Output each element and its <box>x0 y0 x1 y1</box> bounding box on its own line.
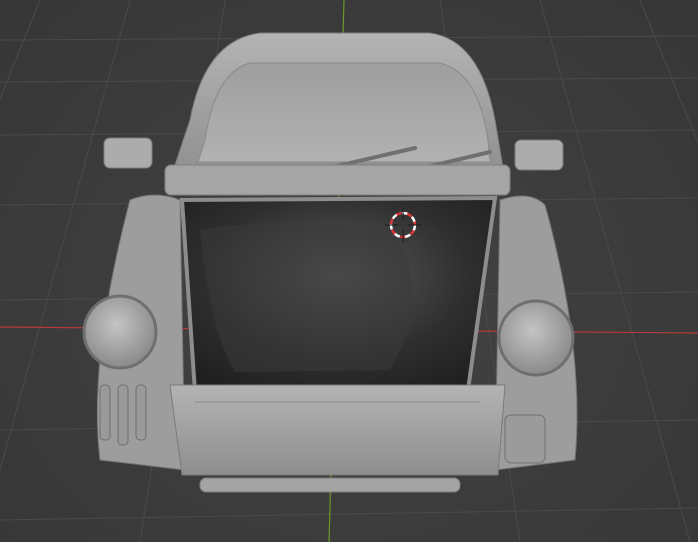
mirror-right <box>514 139 564 171</box>
headlamp-right <box>497 299 575 377</box>
windshield <box>197 62 491 163</box>
viewport-canvas[interactable] <box>0 0 698 542</box>
car-model[interactable] <box>82 32 578 493</box>
headlamp-left <box>82 294 158 370</box>
mirror-left <box>103 137 153 169</box>
3d-viewport[interactable] <box>0 0 698 542</box>
horns <box>99 384 147 446</box>
